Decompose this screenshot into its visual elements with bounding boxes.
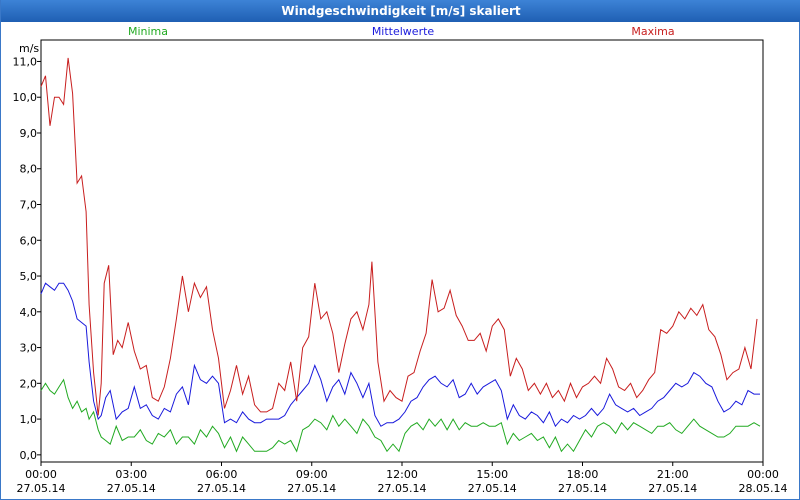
legend-maxima: Maxima	[631, 25, 674, 38]
line-chart: 0,0 1,0 2,0 3,0 4,0 5,0 6,0 7,0 8,0 9,0 10,0 11,0m/…	[13, 25, 788, 495]
chart-legend: Minima Mittelwerte Maxima	[128, 25, 675, 38]
x-tick-time: 06:00	[206, 468, 238, 481]
y-tick-label: 11,0	[13, 55, 38, 68]
y-tick-label: 6,0	[20, 234, 38, 247]
x-tick-date: 27.05.14	[107, 482, 156, 495]
x-tick-time: 15:00	[476, 468, 508, 481]
chart-window: Windgeschwindigkeit [m/s] skaliert 0,0 1,…	[0, 0, 800, 500]
x-tick-time: 21:00	[657, 468, 689, 481]
y-tick-label: 0,0	[20, 449, 38, 462]
x-tick-date: 27.05.14	[558, 482, 607, 495]
y-tick-label: 2,0	[20, 377, 38, 390]
legend-mittelwerte: Mittelwerte	[372, 25, 435, 38]
y-tick-label: 3,0	[20, 342, 38, 355]
y-tick-label: 1,0	[20, 413, 38, 426]
x-tick-date: 27.05.14	[197, 482, 246, 495]
chart-axes	[37, 39, 764, 466]
x-tick-date: 27.05.14	[378, 482, 427, 495]
x-tick-time: 03:00	[115, 468, 147, 481]
y-tick-label: 9,0	[20, 127, 38, 140]
y-tick-label: 10,0	[13, 91, 38, 104]
window-title: Windgeschwindigkeit [m/s] skaliert	[1, 0, 800, 22]
y-tick-label: 7,0	[20, 199, 38, 212]
y-axis-label: m/s	[19, 42, 39, 55]
x-tick-date: 28.05.14	[739, 482, 788, 495]
x-tick-date: 27.05.14	[648, 482, 697, 495]
x-tick-date: 27.05.14	[17, 482, 66, 495]
x-tick-date: 27.05.14	[468, 482, 517, 495]
y-tick-label: 8,0	[20, 163, 38, 176]
x-tick-date: 27.05.14	[287, 482, 336, 495]
x-tick-time: 09:00	[296, 468, 328, 481]
plot-area	[40, 39, 764, 463]
x-tick-time: 18:00	[567, 468, 599, 481]
y-tick-label: 4,0	[20, 306, 38, 319]
x-tick-time: 12:00	[386, 468, 418, 481]
legend-minima: Minima	[128, 25, 168, 38]
x-tick-time: 00:00	[747, 468, 779, 481]
y-tick-label: 5,0	[20, 270, 38, 283]
x-tick-time: 00:00	[25, 468, 57, 481]
